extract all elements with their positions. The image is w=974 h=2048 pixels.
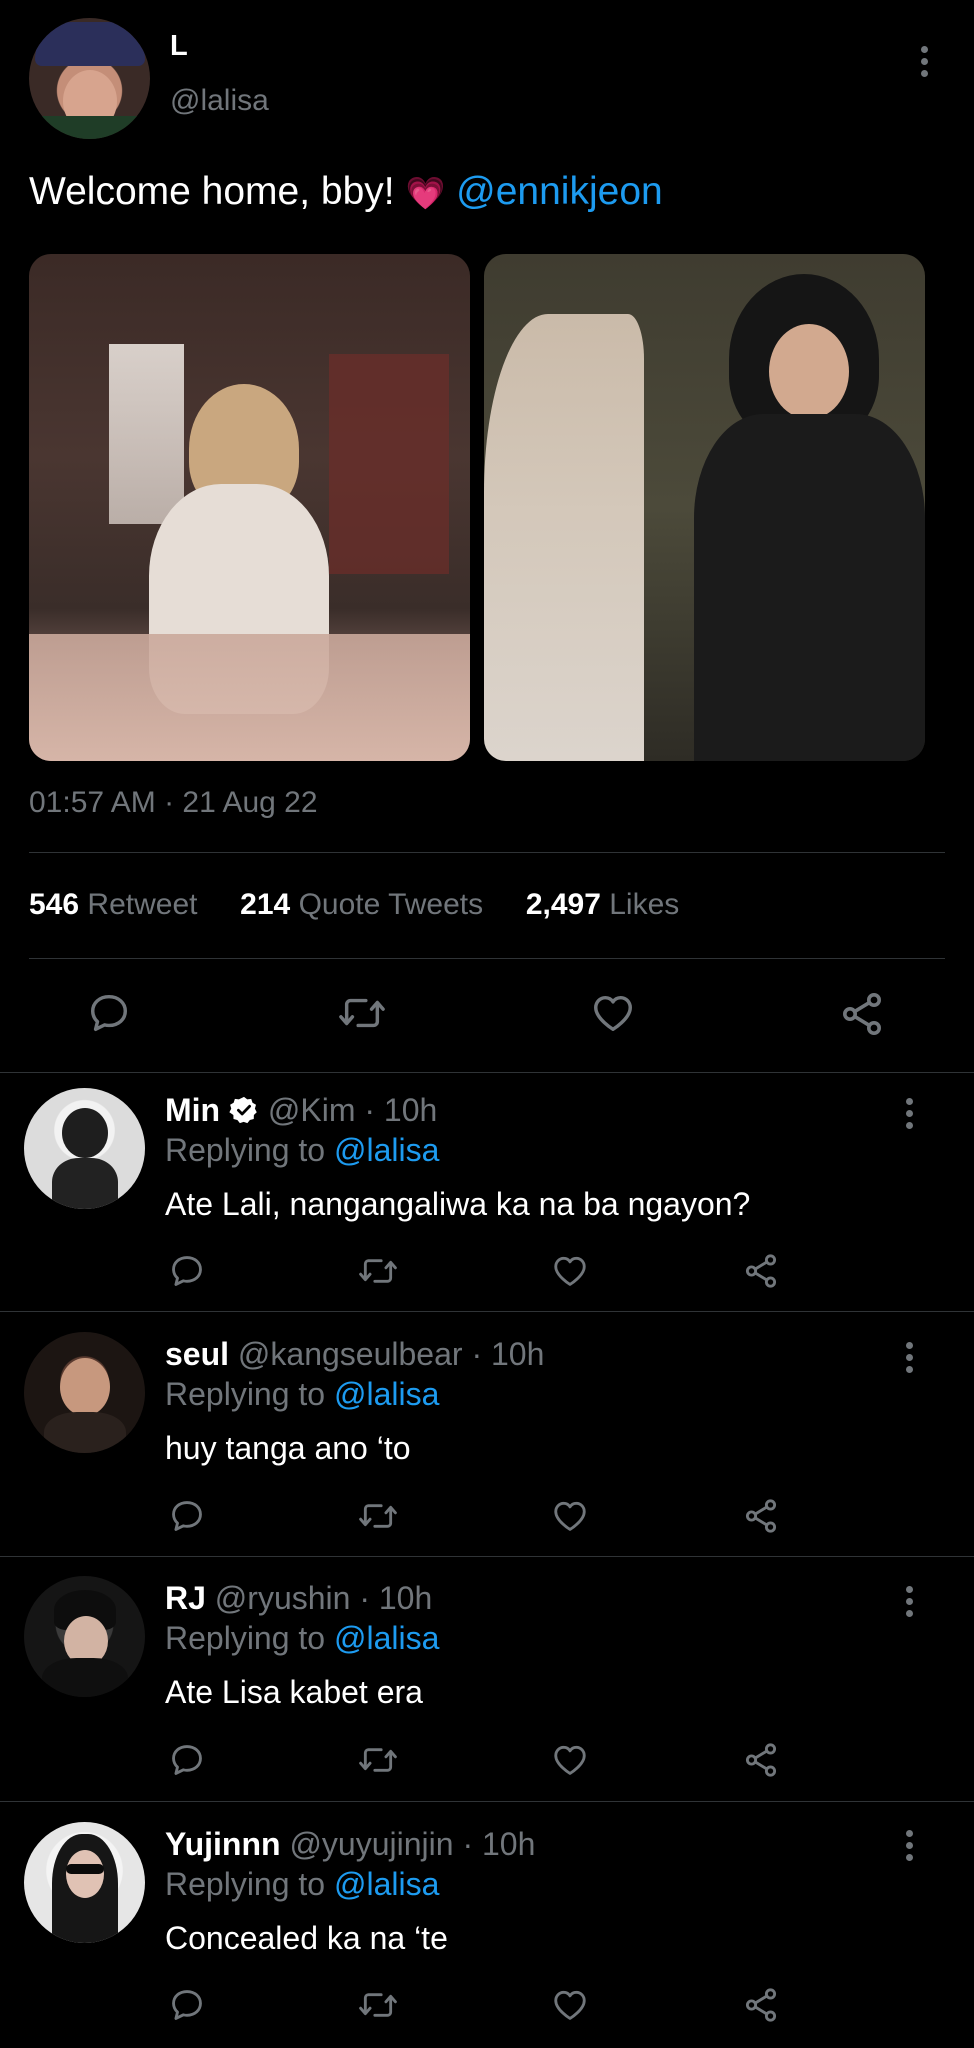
reply-header: RJ @ryushin · 10h <box>165 1580 432 1617</box>
reply-icon[interactable] <box>86 990 132 1036</box>
more-options-icon[interactable] <box>904 1098 914 1134</box>
divider <box>29 852 945 853</box>
author-avatar[interactable] <box>29 18 150 139</box>
likes-stat[interactable]: 2,497 Likes <box>526 888 679 921</box>
more-options-icon[interactable] <box>904 1586 914 1622</box>
reply-text: Concealed ka na ‘te <box>165 1920 448 1956</box>
reply-handle[interactable]: @Kim <box>268 1092 356 1128</box>
reply-avatar[interactable] <box>24 1822 145 1943</box>
replying-to-mention[interactable]: @lalisa <box>334 1132 439 1168</box>
reply-display-name[interactable]: Yujinnn <box>165 1826 281 1862</box>
replying-to-label: Replying to <box>165 1376 326 1412</box>
reply-text: Ate Lali, nangangaliwa ka na ba ngayon? <box>165 1186 751 1222</box>
more-options-icon[interactable] <box>918 46 930 82</box>
more-options-icon[interactable] <box>904 1830 914 1866</box>
retweet-icon[interactable] <box>356 1497 400 1535</box>
quote-stat[interactable]: 214 Quote Tweets <box>240 888 491 921</box>
reply-handle[interactable]: @ryushin <box>215 1580 351 1616</box>
reply-header: seul @kangseulbear · 10h <box>165 1336 544 1373</box>
reply-time[interactable]: · 10h <box>359 1580 432 1616</box>
replying-to: Replying to @lalisa <box>165 1376 439 1413</box>
reply-icon[interactable] <box>168 1741 206 1779</box>
reply-icon[interactable] <box>168 1986 206 2024</box>
reply-icon[interactable] <box>168 1497 206 1535</box>
divider <box>0 1311 974 1312</box>
reply-text: Ate Lisa kabet era <box>165 1674 423 1710</box>
share-icon[interactable] <box>838 990 886 1038</box>
retweet-icon[interactable] <box>356 1741 400 1779</box>
reply-avatar[interactable] <box>24 1332 145 1453</box>
replying-to-label: Replying to <box>165 1620 326 1656</box>
reply-time[interactable]: · 10h <box>471 1336 544 1372</box>
divider <box>0 1801 974 1802</box>
retweet-icon[interactable] <box>356 1252 400 1290</box>
reply-time[interactable]: · 10h <box>462 1826 535 1862</box>
reply-handle[interactable]: @kangseulbear <box>238 1336 463 1372</box>
divider <box>0 1556 974 1557</box>
likes-count: 2,497 <box>525 888 601 921</box>
tweet-photo-2[interactable] <box>484 254 925 761</box>
replying-to-mention[interactable]: @lalisa <box>334 1376 439 1412</box>
reply-handle[interactable]: @yuyujinjin <box>289 1826 453 1862</box>
share-icon[interactable] <box>742 1741 780 1779</box>
likes-label: Likes <box>609 888 680 921</box>
replying-to: Replying to @lalisa <box>165 1132 439 1169</box>
heart-icon[interactable] <box>551 1252 589 1290</box>
verified-badge-icon <box>229 1095 259 1133</box>
heart-icon[interactable] <box>551 1986 589 2024</box>
replying-to-label: Replying to <box>165 1132 326 1168</box>
reply-display-name[interactable]: seul <box>165 1336 229 1372</box>
replying-to-label: Replying to <box>165 1866 326 1902</box>
divider <box>29 958 945 959</box>
replying-to-mention[interactable]: @lalisa <box>334 1866 439 1902</box>
tweet-text-body: Welcome home, bby! <box>29 170 395 213</box>
reply-avatar[interactable] <box>24 1088 145 1209</box>
quote-label: Quote Tweets <box>298 888 484 921</box>
reply-header: Yujinnn @yuyujinjin · 10h <box>165 1826 535 1863</box>
heart-emoji: 💗 <box>405 175 446 211</box>
more-options-icon[interactable] <box>904 1342 914 1378</box>
share-icon[interactable] <box>742 1497 780 1535</box>
reply-header: Min @Kim · 10h <box>165 1092 437 1133</box>
retweet-stat[interactable]: 546 Retweet <box>29 888 206 921</box>
replying-to-mention[interactable]: @lalisa <box>334 1620 439 1656</box>
retweet-count: 546 <box>29 888 80 921</box>
tweet-photo-1[interactable] <box>29 254 470 761</box>
retweet-label: Retweet <box>87 888 198 921</box>
reply-icon[interactable] <box>168 1252 206 1290</box>
reply-avatar[interactable] <box>24 1576 145 1697</box>
heart-icon[interactable] <box>551 1497 589 1535</box>
tweet-mention[interactable]: @ennikjeon <box>456 170 663 213</box>
divider <box>0 1072 974 1073</box>
tweet-timestamp[interactable]: 01:57 AM · 21 Aug 22 <box>29 786 318 820</box>
retweet-icon[interactable] <box>336 990 388 1036</box>
tweet-stats: 546 Retweet 214 Quote Tweets 2,497 Likes <box>29 888 679 922</box>
retweet-icon[interactable] <box>356 1986 400 2024</box>
share-icon[interactable] <box>742 1986 780 2024</box>
share-icon[interactable] <box>742 1252 780 1290</box>
reply-text: huy tanga ano ‘to <box>165 1430 411 1466</box>
author-handle[interactable]: @lalisa <box>170 84 269 118</box>
replying-to: Replying to @lalisa <box>165 1620 439 1657</box>
reply-display-name[interactable]: Min <box>165 1092 220 1128</box>
author-display-name[interactable]: L <box>170 30 188 63</box>
quote-count: 214 <box>240 888 291 921</box>
reply-time[interactable]: · 10h <box>364 1092 437 1128</box>
tweet-text: Welcome home, bby! 💗 @ennikjeon <box>29 170 663 214</box>
heart-icon[interactable] <box>551 1741 589 1779</box>
replying-to: Replying to @lalisa <box>165 1866 439 1903</box>
heart-icon[interactable] <box>590 990 636 1036</box>
reply-display-name[interactable]: RJ <box>165 1580 206 1616</box>
